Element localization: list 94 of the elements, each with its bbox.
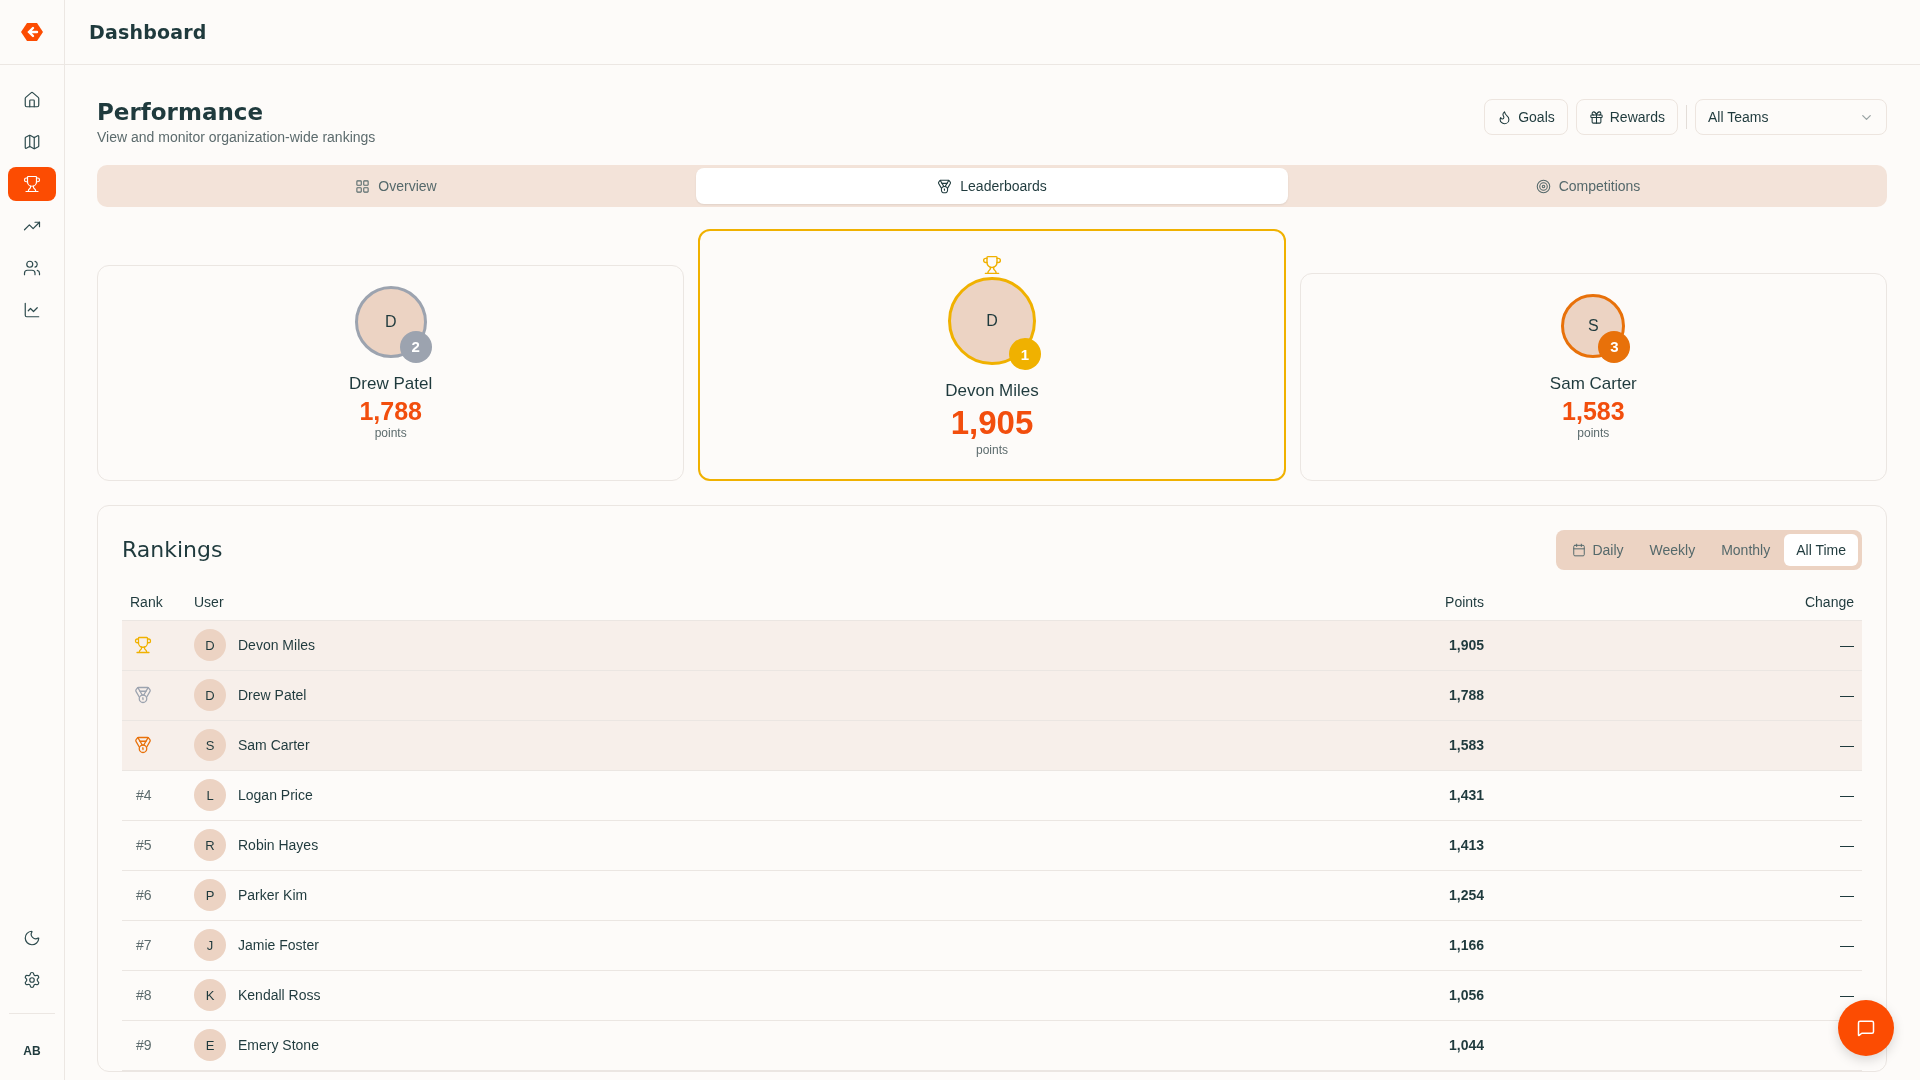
period-option[interactable]: All Time (1784, 533, 1858, 566)
rank-badge: 3 (1598, 330, 1631, 363)
line-chart-icon (23, 301, 41, 319)
points-cell-text: 1,583 (1447, 737, 1484, 754)
page-header-title: Dashboard (89, 21, 207, 43)
podium-name: Devon Miles (945, 381, 1039, 401)
column-header: Change (1803, 593, 1854, 610)
action-button[interactable]: Goals (1484, 99, 1568, 135)
user-avatar: S (194, 729, 226, 762)
change-cell-text: — (1839, 637, 1854, 654)
points-cell-text: 1,905 (1447, 637, 1484, 654)
highlighted-row[interactable]: D Drew Patel 1,788 — (122, 670, 1862, 721)
tab[interactable]: Overview (100, 168, 692, 204)
change-cell-text: — (1839, 987, 1854, 1004)
tab[interactable]: Competitions (1292, 168, 1884, 204)
user-name: Emery Stone (238, 1037, 319, 1054)
highlighted-row[interactable]: S Sam Carter 1,583 — (122, 720, 1862, 771)
user-name: Sam Carter (238, 737, 310, 754)
target-icon (1535, 178, 1551, 194)
podium-points: 1,905 (950, 403, 1034, 443)
change-cell-text: — (1839, 937, 1854, 954)
settings-icon (23, 971, 41, 989)
user-avatar: K (194, 979, 226, 1012)
tab[interactable]: Leaderboards (696, 168, 1288, 204)
user-name: Jamie Foster (238, 937, 319, 954)
section-subtitle: View and monitor organization-wide rankings (97, 129, 376, 145)
moon-icon (23, 929, 41, 947)
rank-badge: 2 (399, 330, 432, 363)
gift-icon (1588, 109, 1604, 125)
map-icon (23, 133, 41, 151)
period-option[interactable]: Monthly (1709, 533, 1783, 566)
rank-cell-text: #8 (135, 987, 153, 1004)
grid-icon (355, 178, 371, 194)
points-cell-text: 1,431 (1447, 787, 1484, 804)
podium-points: 1,788 (359, 395, 422, 426)
user-name: Kendall Ross (238, 987, 321, 1004)
nav-item[interactable] (8, 167, 56, 201)
points-cell-text: 1,413 (1447, 837, 1484, 854)
change-cell-text: — (1839, 737, 1854, 754)
user-avatar: D (194, 629, 226, 662)
user-name: Robin Hayes (238, 837, 319, 854)
points-label: points (975, 442, 1008, 457)
change-cell-text: — (1839, 887, 1854, 904)
trophy-icon (23, 175, 41, 193)
medal-icon (937, 178, 953, 194)
user-name: Devon Miles (238, 637, 316, 654)
rank-cell-text: #9 (135, 1037, 153, 1054)
column-header: Points (1444, 593, 1484, 610)
medal-icon (134, 686, 152, 705)
user-initials[interactable]: AB (23, 1030, 41, 1072)
user-name: Logan Price (238, 787, 313, 804)
user-avatar: P (194, 879, 226, 912)
points-label: points (1577, 425, 1610, 440)
user-name: Parker Kim (238, 887, 308, 904)
highlighted-row[interactable]: D Devon Miles 1,905 — (122, 620, 1862, 671)
rankings-title: Rankings (122, 537, 223, 563)
medal-icon (134, 736, 152, 755)
points-cell-text: 1,788 (1447, 687, 1484, 704)
column-header: Rank (130, 593, 164, 610)
change-cell-text: — (1839, 687, 1854, 704)
team-select[interactable]: All Teams (1695, 99, 1887, 135)
chat-icon (1857, 1019, 1875, 1037)
column-header: User (194, 593, 225, 610)
points-cell-text: 1,056 (1447, 987, 1484, 1004)
points-label: points (374, 425, 407, 440)
rank-cell-text: #5 (135, 837, 153, 854)
rank-badge: 1 (1009, 338, 1041, 370)
calendar-icon (1572, 542, 1587, 557)
home-icon (23, 91, 41, 109)
podium-name: Drew Patel (349, 373, 433, 394)
rank-cell-text: #6 (135, 887, 153, 904)
user-avatar: J (194, 929, 226, 962)
trophy-icon (134, 636, 152, 655)
user-name: Drew Patel (238, 687, 307, 704)
period-option[interactable]: Daily (1560, 533, 1636, 566)
user-avatar: D (194, 679, 226, 712)
trophy-icon (982, 255, 1002, 275)
users-icon (23, 259, 41, 277)
points-cell-text: 1,254 (1447, 887, 1484, 904)
points-cell-text: 1,044 (1447, 1037, 1484, 1054)
podium-name: Sam Carter (1549, 373, 1637, 394)
section-title: Performance (97, 99, 265, 125)
user-avatar: R (194, 829, 226, 862)
rank-cell-text: #4 (135, 787, 153, 804)
change-cell-text: — (1839, 787, 1854, 804)
change-cell-text: — (1839, 837, 1854, 854)
logo-icon (21, 23, 43, 41)
points-cell-text: 1,166 (1447, 937, 1484, 954)
user-avatar: L (194, 779, 226, 812)
rank-cell-text: #7 (135, 937, 153, 954)
action-button[interactable]: Rewards (1575, 99, 1678, 135)
period-option[interactable]: Weekly (1637, 533, 1708, 566)
user-avatar: E (194, 1029, 226, 1062)
podium-points: 1,583 (1562, 395, 1625, 426)
